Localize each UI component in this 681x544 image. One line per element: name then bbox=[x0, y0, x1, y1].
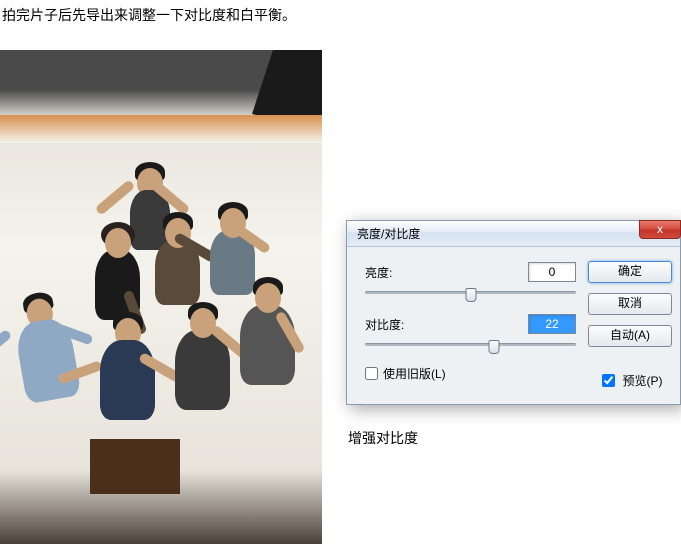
photo-preview bbox=[0, 50, 322, 544]
dialog-title: 亮度/对比度 bbox=[357, 225, 420, 242]
use-legacy-label[interactable]: 使用旧版(L) bbox=[383, 365, 446, 382]
brightness-label: 亮度: bbox=[365, 264, 528, 281]
cancel-button[interactable]: 取消 bbox=[588, 293, 672, 315]
contrast-slider[interactable] bbox=[365, 337, 576, 355]
dialog-titlebar[interactable]: 亮度/对比度 x bbox=[347, 221, 680, 247]
ok-button[interactable]: 确定 bbox=[588, 261, 672, 283]
brightness-slider[interactable] bbox=[365, 285, 576, 303]
preview-checkbox[interactable] bbox=[602, 374, 615, 387]
brightness-contrast-dialog: 亮度/对比度 x 亮度: 对比度: 使用旧版( bbox=[346, 220, 681, 405]
caption-text: 增强对比度 bbox=[348, 428, 418, 448]
auto-button[interactable]: 自动(A) bbox=[588, 325, 672, 347]
instruction-text: 拍完片子后先导出来调整一下对比度和白平衡。 bbox=[2, 5, 296, 25]
close-button[interactable]: x bbox=[639, 220, 681, 239]
brightness-input[interactable] bbox=[528, 262, 576, 282]
close-icon: x bbox=[657, 222, 663, 236]
contrast-input[interactable] bbox=[528, 314, 576, 334]
contrast-label: 对比度: bbox=[365, 316, 528, 333]
contrast-slider-thumb[interactable] bbox=[488, 340, 499, 354]
brightness-slider-thumb[interactable] bbox=[465, 288, 476, 302]
use-legacy-checkbox[interactable] bbox=[365, 367, 378, 380]
preview-label[interactable]: 预览(P) bbox=[623, 372, 663, 389]
